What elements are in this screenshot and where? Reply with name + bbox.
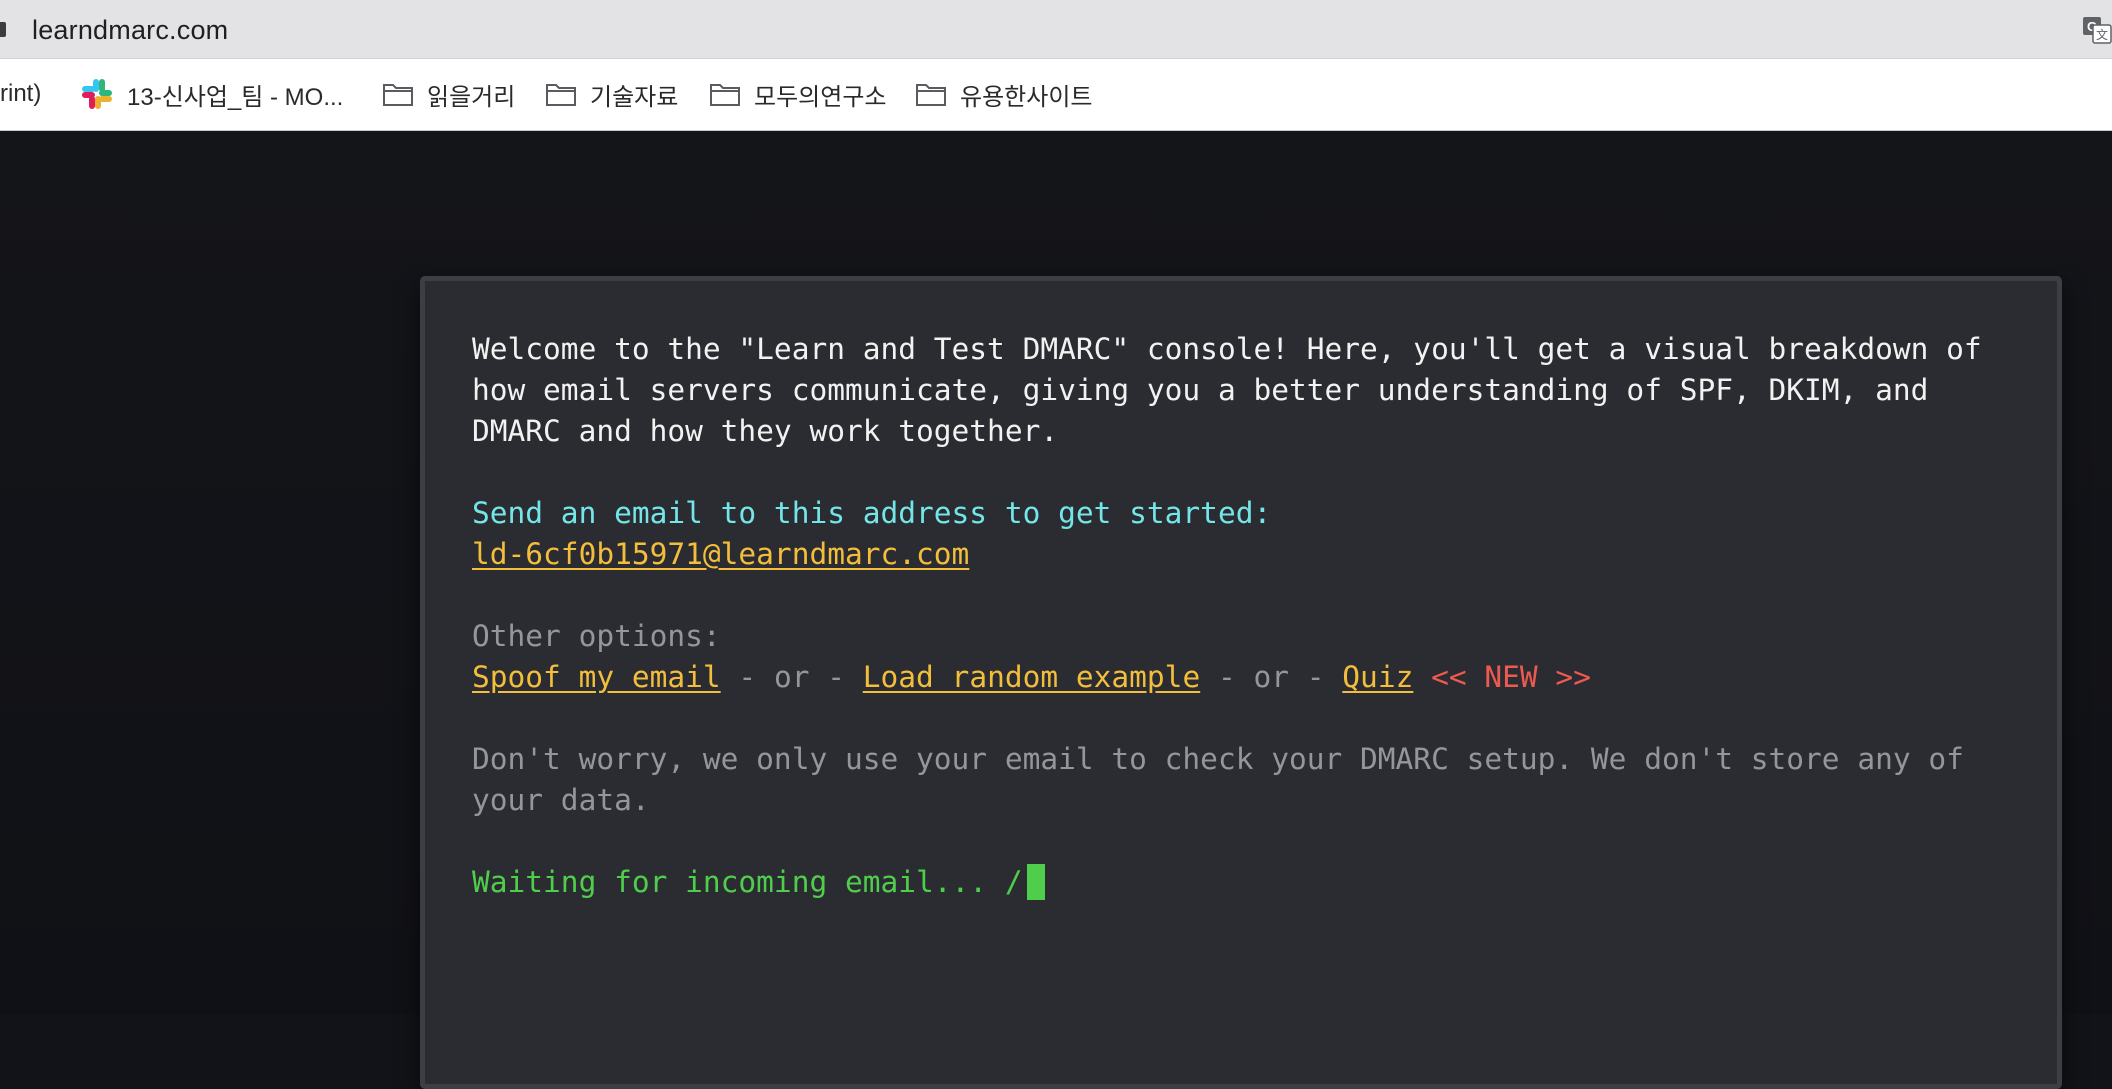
waiting-status: Waiting for incoming email... / <box>472 862 2012 903</box>
terminal-cursor <box>1026 864 1045 900</box>
other-options-label: Other options: <box>472 619 721 653</box>
spoof-email-link[interactable]: Spoof my email <box>472 660 721 694</box>
or-separator: - or - <box>1200 660 1343 694</box>
email-address-link[interactable]: ld-6cf0b15971@learndmarc.com <box>472 537 969 571</box>
send-email-section: Send an email to this address to get sta… <box>472 493 2012 575</box>
dmarc-console: Welcome to the "Learn and Test DMARC" co… <box>420 276 2062 1089</box>
send-prompt: Send an email to this address to get sta… <box>472 496 1272 530</box>
privacy-line: Don't worry, we only use your email to c… <box>472 742 1964 776</box>
bookmarks-bar: rint) 13-신사업_팀 - MO... 읽을거리 기술자료 모두의연구소 … <box>0 59 2112 131</box>
url-text[interactable]: learndmarc.com <box>32 14 228 46</box>
welcome-line: how email servers communicate, giving yo… <box>472 373 1929 407</box>
svg-text:文: 文 <box>2096 27 2108 42</box>
bookmark-folder-tech[interactable]: 기술자료 <box>545 76 678 112</box>
lock-icon <box>0 22 6 37</box>
bookmark-label: 기술자료 <box>590 83 679 111</box>
other-options-section: Other options: Spoof my email - or - Loa… <box>472 616 2012 698</box>
quiz-link[interactable]: Quiz <box>1342 660 1413 694</box>
or-separator: - or - <box>720 660 863 694</box>
translate-icon[interactable]: G 文 <box>2082 16 2112 44</box>
bookmark-folder-reading[interactable]: 읽을거리 <box>382 76 515 112</box>
bookmark-item-partial[interactable]: rint) <box>0 76 41 112</box>
slack-icon <box>82 79 112 109</box>
load-random-example-link[interactable]: Load random example <box>863 660 1200 694</box>
console-text: Welcome to the "Learn and Test DMARC" co… <box>472 329 2012 903</box>
waiting-text: Waiting for incoming email... / <box>472 865 1023 899</box>
bookmark-folder-lab[interactable]: 모두의연구소 <box>709 76 886 112</box>
bookmark-label: 13-신사업_팀 - MO... <box>127 83 344 111</box>
folder-icon <box>383 84 413 106</box>
welcome-line: DMARC and how they work together. <box>472 414 1059 448</box>
bookmark-item-slack[interactable]: 13-신사업_팀 - MO... <box>80 76 343 112</box>
welcome-message: Welcome to the "Learn and Test DMARC" co… <box>472 329 2012 452</box>
folder-icon <box>916 84 946 106</box>
bookmark-label: rint) <box>0 80 42 107</box>
welcome-line: Welcome to the "Learn and Test DMARC" co… <box>472 332 1982 366</box>
bookmark-label: 읽을거리 <box>427 83 516 111</box>
page-background: Welcome to the "Learn and Test DMARC" co… <box>0 131 2112 1089</box>
bookmark-label: 모두의연구소 <box>754 83 887 111</box>
bookmark-label: 유용한사이트 <box>960 83 1093 111</box>
folder-icon <box>546 84 576 106</box>
address-bar[interactable]: learndmarc.com G 文 <box>0 0 2112 59</box>
folder-icon <box>710 84 740 106</box>
new-badge: << NEW >> <box>1413 660 1591 694</box>
privacy-line: your data. <box>472 783 650 817</box>
privacy-notice: Don't worry, we only use your email to c… <box>472 739 2012 821</box>
bookmark-folder-useful-sites[interactable]: 유용한사이트 <box>915 76 1092 112</box>
